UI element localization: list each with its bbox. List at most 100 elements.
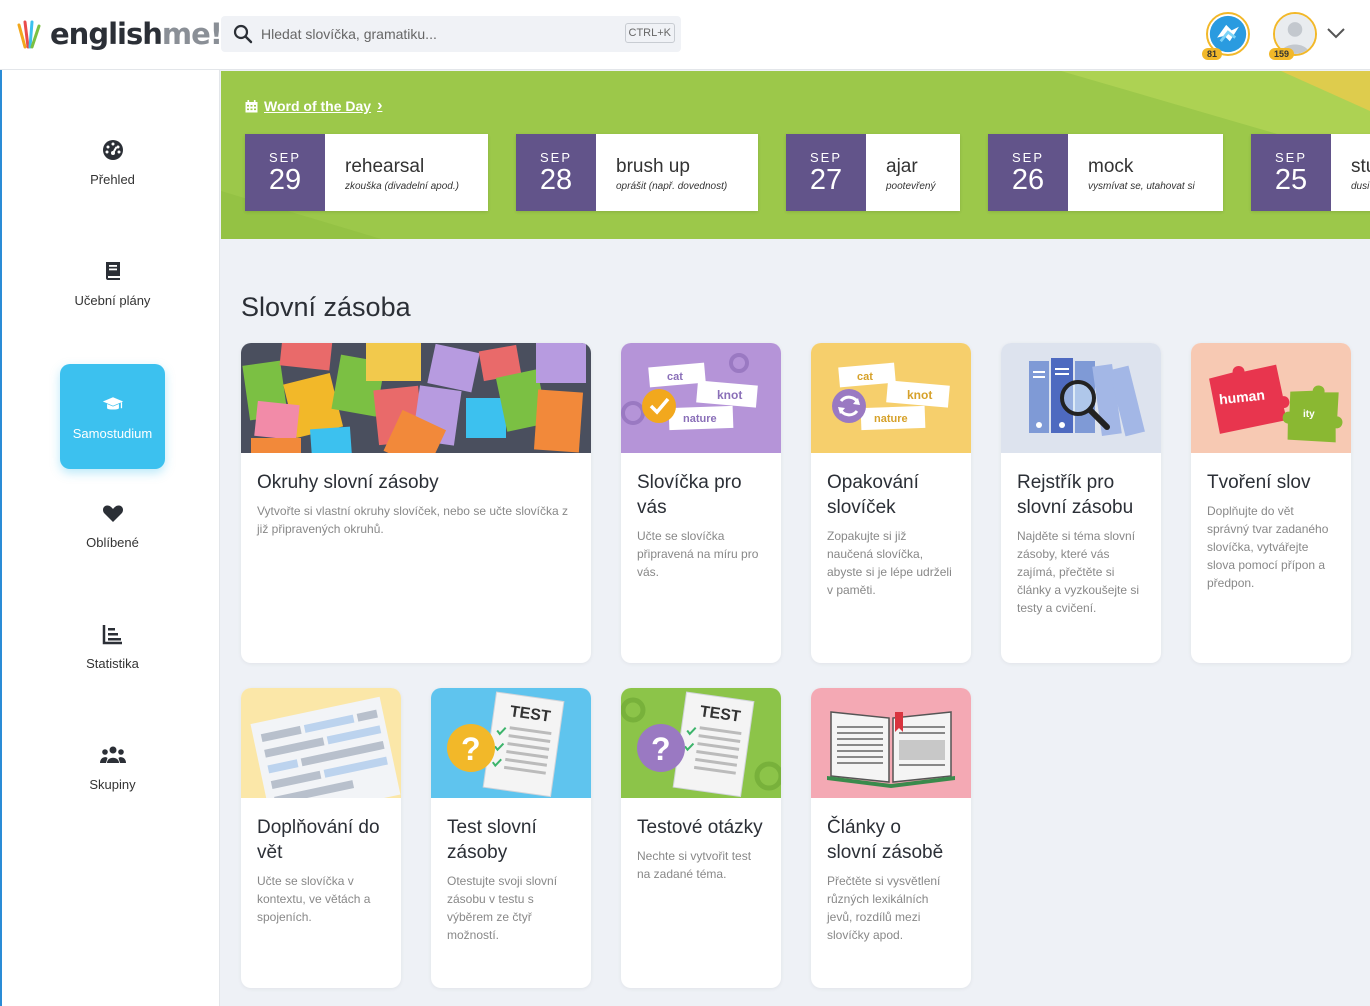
word-date: SEP 28 (516, 134, 596, 211)
card-title: Testové otázky (637, 817, 763, 838)
index-illustration (1001, 343, 1161, 453)
card-sentence-completion[interactable]: Doplňování do vět Učte se slovíčka v kon… (241, 688, 401, 988)
svg-text:cat: cat (667, 371, 683, 383)
svg-text:cat: cat (857, 371, 873, 383)
chart-icon (102, 624, 122, 644)
sidebar-item-groups[interactable]: Skupiny (60, 715, 165, 820)
svg-text:knot: knot (717, 388, 742, 402)
word-date: SEP 25 (1251, 134, 1331, 211)
search-bar[interactable]: CTRL+K (221, 16, 681, 52)
topics-illustration (241, 343, 591, 453)
card-word-formation[interactable]: human ity Tvoření slov Doplňujte do vět … (1191, 343, 1351, 663)
card-title: Slovíčka pro vás (637, 472, 742, 518)
search-icon (233, 24, 253, 44)
card-title: Test slovní zásoby (447, 817, 537, 863)
card-description: Učte se slovíčka připravená na míru pro … (637, 529, 759, 579)
vocabulary-test-illustration: TEST ? (431, 688, 591, 798)
word-translation: vysmívat se, utahovat si (1088, 181, 1195, 192)
word-translation: dusi (1351, 181, 1370, 192)
word-of-day-title: Word of the Day (264, 98, 372, 114)
word-formation-illustration: human ity (1191, 343, 1351, 453)
card-description: Nechte si vytvořit test na zadané téma. (637, 849, 752, 881)
word-card[interactable]: SEP 26 mock vysmívat se, utahovat si (988, 134, 1223, 211)
svg-text:nature: nature (683, 413, 717, 425)
word-card[interactable]: SEP 28 brush up oprášit (např. dovednost) (516, 134, 758, 211)
sidebar-item-label: Přehled (90, 171, 135, 187)
word-date: SEP 27 (786, 134, 866, 211)
word-text: mock (1088, 156, 1134, 177)
svg-text:?: ? (651, 731, 671, 767)
card-test-questions[interactable]: TEST ? Testové otázky Nechte si vytvořit… (621, 688, 781, 988)
heart-icon (102, 504, 123, 522)
card-description: Doplňujte do vět správný tvar zadaného s… (1207, 504, 1329, 590)
word-of-day-link[interactable]: Word of the Day › (245, 97, 382, 115)
card-title: Okruhy slovní zásoby (257, 472, 439, 493)
svg-text:knot: knot (907, 388, 932, 402)
card-description: Zopakujte si již naučená slovíčka, abyst… (827, 529, 952, 597)
word-translation: zkouška (divadelní apod.) (345, 181, 459, 192)
card-description: Vytvořte si vlastní okruhy slovíček, neb… (257, 504, 569, 536)
word-card[interactable]: SEP25 stu dusi (1251, 134, 1370, 211)
card-description: Učte se slovíčka v kontextu, ve větách a… (257, 874, 371, 924)
test-questions-illustration: TEST ? (621, 688, 781, 798)
search-input[interactable] (261, 26, 681, 42)
graduation-cap-icon (102, 396, 123, 409)
logo-text: englishme! (50, 17, 223, 51)
articles-illustration (811, 688, 971, 798)
card-title: Opakování slovíček (827, 472, 919, 518)
top-header: englishme! CTRL+K 81 159 (0, 0, 1370, 70)
card-description: Přečtěte si vysvětlení různých lexikální… (827, 874, 941, 942)
word-text: stu (1351, 156, 1370, 177)
book-icon (105, 261, 120, 280)
svg-text:nature: nature (874, 413, 908, 425)
sidebar-item-label: Učební plány (74, 292, 151, 308)
users-icon (99, 746, 126, 763)
sidebar-item-favorites[interactable]: Oblíbené (60, 473, 165, 578)
card-vocabulary-articles[interactable]: Články o slovní zásobě Přečtěte si vysvě… (811, 688, 971, 988)
shortcut-hint: CTRL+K (624, 23, 675, 43)
sidebar: Přehled Učební plány Samostudium Oblíben… (0, 70, 220, 1006)
chevron-down-icon[interactable] (1326, 26, 1346, 40)
card-word-revision[interactable]: cat knot nature Opakování slovíček Zopak… (811, 343, 971, 663)
sentence-completion-illustration (241, 688, 401, 798)
word-translation: pootevřený (886, 181, 936, 192)
svg-text:ity: ity (1303, 409, 1315, 420)
sidebar-item-statistics[interactable]: Statistika (60, 594, 165, 699)
card-description: Najděte si téma slovní zásoby, které vás… (1017, 529, 1140, 615)
svg-text:?: ? (461, 731, 481, 767)
word-of-day-banner: Word of the Day › SEP 29 rehearsal zkouška… (221, 71, 1370, 239)
sidebar-item-self-study[interactable]: Samostudium (60, 364, 165, 469)
card-words-for-you[interactable]: cat knot nature Slovíčka pro vás Učte se… (621, 343, 781, 663)
card-title: Tvoření slov (1207, 472, 1311, 493)
card-title: Rejstřík pro slovní zásobu (1017, 472, 1134, 518)
word-text: ajar (886, 156, 918, 177)
word-date: SEP 29 (245, 134, 325, 211)
word-card[interactable]: SEP 27 ajar pootevřený (786, 134, 960, 211)
card-description: Otestujte svoji slovní zásobu v testu s … (447, 874, 558, 942)
card-title: Články o slovní zásobě (827, 817, 944, 863)
sidebar-item-study-plans[interactable]: Učební plány (60, 231, 165, 336)
sidebar-item-overview[interactable]: Přehled (60, 110, 165, 215)
card-vocabulary-test[interactable]: TEST ? Test slovní zásoby Otestujte svoj… (431, 688, 591, 988)
chevron-right-icon: › (377, 97, 383, 114)
section-title: Slovní zásoba (241, 292, 411, 322)
word-date: SEP 26 (988, 134, 1068, 211)
sidebar-item-label: Oblíbené (86, 534, 139, 550)
word-card[interactable]: SEP 29 rehearsal zkouška (divadelní apod.) (245, 134, 488, 211)
sidebar-item-label: Statistika (86, 655, 139, 671)
achievement-badge[interactable]: 81 (1202, 12, 1252, 60)
card-vocabulary-topics[interactable]: Okruhy slovní zásoby Vytvořte si vlastní… (241, 343, 591, 663)
calendar-icon (245, 99, 258, 112)
card-title: Doplňování do vět (257, 817, 380, 863)
word-translation: oprášit (např. dovednost) (616, 181, 728, 192)
word-text: brush up (616, 156, 690, 177)
word-text: rehearsal (345, 156, 425, 177)
logo[interactable]: englishme! (16, 16, 223, 52)
words-for-you-illustration: cat knot nature (621, 343, 781, 453)
logo-icon (17, 20, 41, 49)
sidebar-item-label: Skupiny (89, 776, 136, 792)
user-avatar[interactable]: 159 (1269, 12, 1319, 60)
avatar-count: 159 (1269, 48, 1295, 60)
revision-illustration: cat knot nature (811, 343, 971, 453)
card-vocabulary-index[interactable]: Rejstřík pro slovní zásobu Najděte si té… (1001, 343, 1161, 663)
